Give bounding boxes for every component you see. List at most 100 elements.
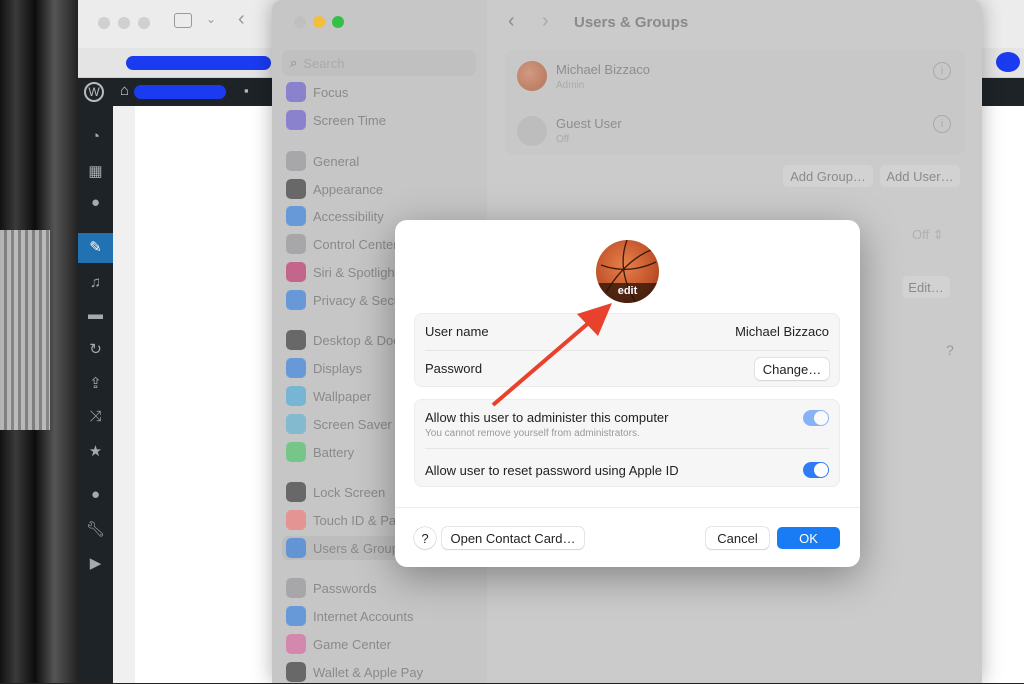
zoom-button[interactable] bbox=[138, 17, 150, 29]
sidebar-item-internet-accounts[interactable]: Internet Accounts bbox=[286, 604, 413, 628]
bolt-icon[interactable]: ● bbox=[78, 194, 113, 211]
sidebar-item-appearance[interactable]: Appearance bbox=[286, 177, 383, 201]
autologin-select[interactable]: Off ⇕ bbox=[912, 227, 944, 243]
sidebar-item-general[interactable]: General bbox=[286, 149, 359, 173]
sidebar-item-passwords[interactable]: Passwords bbox=[286, 576, 377, 600]
share-icon[interactable]: ⇪ bbox=[78, 374, 113, 392]
star-icon[interactable]: ★ bbox=[78, 442, 113, 460]
password-label: Password bbox=[425, 361, 483, 376]
sidebar-item-screen-saver[interactable]: Screen Saver bbox=[286, 412, 392, 436]
jetpack-icon[interactable]: ▦ bbox=[78, 162, 113, 180]
redaction-scribble bbox=[134, 85, 226, 99]
home-icon[interactable]: ⌂ bbox=[120, 82, 129, 99]
search-input[interactable]: ⌕ Search bbox=[282, 50, 476, 76]
comments-icon[interactable]: ▪ bbox=[244, 83, 249, 98]
username-row: User name Michael Bizzaco bbox=[425, 324, 829, 339]
dashboard-icon[interactable]: ◔ bbox=[78, 128, 113, 145]
posts-pin-icon[interactable]: ✎ bbox=[78, 233, 113, 263]
user-avatar-edit-button[interactable]: edit bbox=[596, 240, 659, 303]
sidebar-item-displays[interactable]: Displays bbox=[286, 356, 362, 380]
admin-label: Allow this user to administer this compu… bbox=[425, 410, 669, 425]
sidebar-item-icon bbox=[286, 606, 306, 626]
username-value[interactable]: Michael Bizzaco bbox=[735, 324, 829, 339]
admin-toggle[interactable] bbox=[803, 410, 829, 426]
sidebar-item-label: Accessibility bbox=[313, 208, 384, 224]
help-button[interactable]: ? bbox=[946, 342, 954, 358]
user-role: Admin bbox=[556, 80, 585, 91]
sidebar-item-icon bbox=[286, 206, 306, 226]
page-title: Users & Groups bbox=[574, 14, 689, 31]
sidebar-item-desktop-dock[interactable]: Desktop & Dock bbox=[286, 328, 406, 352]
minimize-button[interactable] bbox=[118, 17, 130, 29]
user-role: Off bbox=[556, 134, 570, 145]
media-icon[interactable]: ♫ bbox=[78, 274, 113, 291]
cancel-button[interactable]: Cancel bbox=[706, 527, 769, 549]
sidebar-item-siri-spotlight[interactable]: Siri & Spotlight bbox=[286, 260, 398, 284]
info-icon[interactable]: i bbox=[933, 115, 951, 133]
sidebar-item-screen-time[interactable]: Screen Time bbox=[286, 108, 386, 132]
sidebar-item-label: Game Center bbox=[313, 636, 392, 652]
close-button[interactable] bbox=[294, 16, 306, 28]
minimize-button[interactable] bbox=[313, 16, 325, 28]
sidebar-item-focus[interactable]: Focus bbox=[286, 80, 348, 104]
edit-button[interactable]: Edit… bbox=[902, 276, 950, 298]
user-icon[interactable]: ● bbox=[78, 486, 113, 503]
wrench-icon[interactable]: 🔧︎ bbox=[78, 520, 113, 538]
sidebar-item-game-center[interactable]: Game Center bbox=[286, 632, 391, 656]
ok-button[interactable]: OK bbox=[777, 527, 840, 549]
sidebar-item-lock-screen[interactable]: Lock Screen bbox=[286, 480, 385, 504]
add-user-button[interactable]: Add User… bbox=[880, 165, 960, 187]
sidebar-item-battery[interactable]: Battery bbox=[286, 440, 354, 464]
sidebar-item-accessibility[interactable]: Accessibility bbox=[286, 204, 384, 228]
help-button[interactable]: ? bbox=[414, 527, 436, 549]
forward-icon[interactable]: › bbox=[542, 10, 549, 33]
autologin-value: Off bbox=[912, 227, 930, 242]
sidebar-item-icon bbox=[286, 662, 306, 682]
admin-note: You cannot remove yourself from administ… bbox=[425, 428, 640, 439]
sidebar-item-label: Wallpaper bbox=[313, 388, 372, 404]
close-button[interactable] bbox=[98, 17, 110, 29]
sidebar-item-label: Desktop & Dock bbox=[313, 332, 407, 348]
users-list: Michael Bizzaco Admin i Guest User Off i bbox=[505, 50, 965, 155]
back-icon[interactable]: ‹ bbox=[508, 10, 515, 33]
open-contact-card-button[interactable]: Open Contact Card… bbox=[442, 527, 584, 549]
sidebar-toggle-icon[interactable] bbox=[174, 13, 192, 28]
sidebar-item-control-center[interactable]: Control Center bbox=[286, 232, 398, 256]
change-password-button[interactable]: Change… bbox=[755, 358, 829, 380]
add-group-button[interactable]: Add Group… bbox=[783, 165, 873, 187]
search-icon: ⌕ bbox=[290, 55, 298, 70]
avatar-edit-label: edit bbox=[596, 283, 659, 303]
sidebar-item-icon bbox=[286, 330, 306, 350]
sidebar-item-icon bbox=[286, 110, 306, 130]
user-avatar bbox=[517, 61, 547, 91]
sidebar-item-icon bbox=[286, 82, 306, 102]
permissions-group: Allow this user to administer this compu… bbox=[414, 399, 840, 487]
sidebar-item-icon bbox=[286, 262, 306, 282]
shuffle-icon[interactable]: ⤨ bbox=[78, 408, 113, 425]
wordpress-logo-icon[interactable]: W bbox=[84, 82, 104, 102]
sidebar-item-icon bbox=[286, 634, 306, 654]
reset-password-toggle[interactable] bbox=[803, 462, 829, 478]
play-icon[interactable]: ▶ bbox=[78, 554, 113, 572]
sidebar-item-wallet-apple-pay[interactable]: Wallet & Apple Pay bbox=[286, 660, 423, 684]
comments-icon[interactable]: ▬ bbox=[78, 306, 113, 323]
account-group: User name Michael Bizzaco Password Chang… bbox=[414, 313, 840, 387]
sidebar-item-wallpaper[interactable]: Wallpaper bbox=[286, 384, 371, 408]
sidebar-item-label: Internet Accounts bbox=[313, 608, 414, 624]
sidebar-item-label: Users & Groups bbox=[313, 540, 406, 556]
sidebar-item-icon bbox=[286, 414, 306, 434]
refresh-icon[interactable]: ↻ bbox=[78, 340, 113, 358]
sidebar-item-icon bbox=[286, 179, 306, 199]
divider bbox=[425, 448, 829, 449]
zoom-button[interactable] bbox=[332, 16, 344, 28]
redaction-scribble bbox=[996, 52, 1020, 72]
desktop-background-photo bbox=[0, 0, 78, 683]
sidebar-item-icon bbox=[286, 578, 306, 598]
sidebar-item-icon bbox=[286, 442, 306, 462]
sidebar-item-icon bbox=[286, 290, 306, 310]
chevron-down-icon[interactable]: ⌄ bbox=[206, 12, 216, 26]
info-icon[interactable]: i bbox=[933, 62, 951, 80]
back-icon[interactable]: ‹ bbox=[238, 8, 245, 31]
sidebar-item-icon bbox=[286, 538, 306, 558]
sidebar-item-label: Passwords bbox=[313, 580, 377, 596]
